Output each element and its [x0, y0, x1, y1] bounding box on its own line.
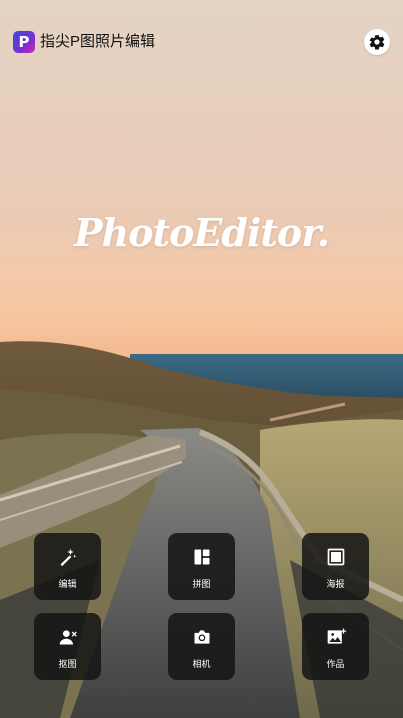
- poster-button[interactable]: 海报: [302, 533, 369, 600]
- cutout-person-icon: [59, 630, 77, 645]
- works-label: 作品: [326, 659, 345, 669]
- camera-label: 相机: [192, 659, 211, 669]
- background-photo: [0, 0, 403, 718]
- poster-icon: [327, 548, 345, 566]
- collage-button[interactable]: 拼图: [168, 533, 235, 600]
- edit-button[interactable]: 编辑: [34, 533, 101, 600]
- poster-label: 海报: [326, 579, 345, 589]
- gallery-icon: [327, 628, 346, 644]
- settings-button[interactable]: [364, 29, 390, 55]
- camera-button[interactable]: 相机: [168, 613, 235, 680]
- top-bar: P 指尖P图照片编辑: [0, 0, 403, 84]
- camera-icon: [194, 630, 210, 644]
- magic-wand-icon: [60, 548, 77, 567]
- collage-icon: [194, 549, 210, 565]
- gear-icon: [369, 34, 385, 50]
- cutout-button[interactable]: 抠图: [34, 613, 101, 680]
- edit-label: 编辑: [58, 579, 77, 589]
- works-button[interactable]: 作品: [302, 613, 369, 680]
- app-title: 指尖P图照片编辑: [40, 33, 156, 50]
- app-logo-icon: P: [13, 31, 35, 53]
- photoeditor-logo: PhotoEditor.: [73, 210, 330, 255]
- cutout-label: 抠图: [58, 659, 77, 669]
- collage-label: 拼图: [192, 579, 211, 589]
